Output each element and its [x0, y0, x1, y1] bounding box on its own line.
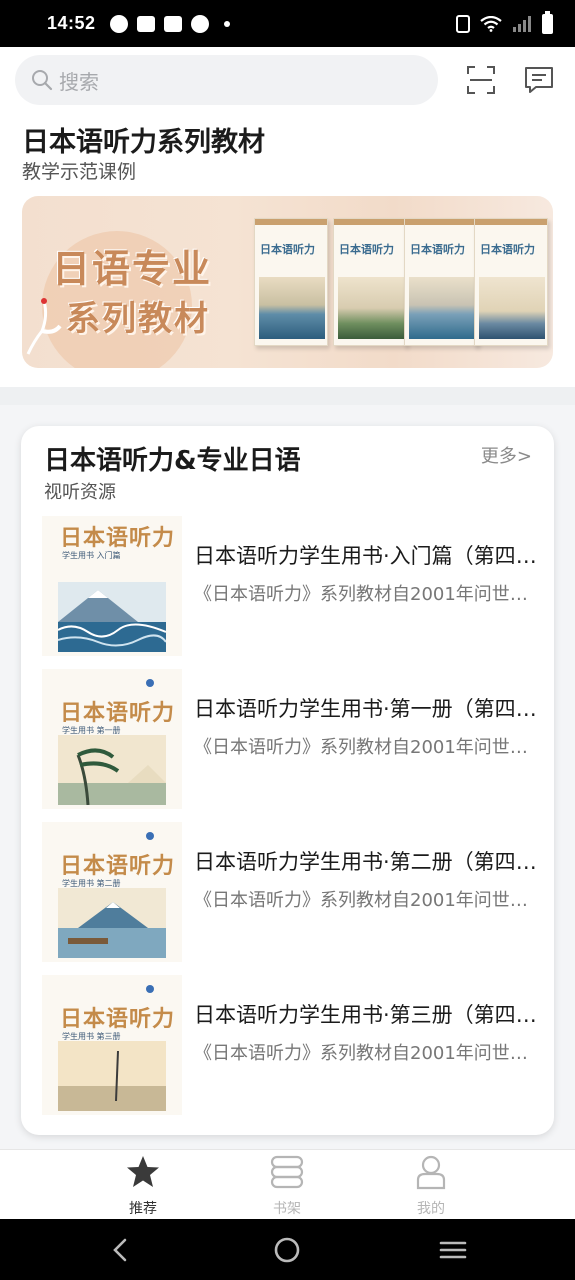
profile-icon [416, 1155, 446, 1190]
book-title: 日本语听力学生用书·第一册（第四版） [194, 697, 542, 721]
book-title: 日本语听力学生用书·第三册（第四版） [194, 1003, 542, 1027]
promo-banner[interactable]: 日语专业 系列教材 日本语听力 日本语听力 日本语听力 日本语听力 [22, 196, 553, 368]
book-title: 日本语听力学生用书·第二册（第四版） [194, 850, 542, 874]
status-bar: 14:52 [0, 0, 575, 47]
message-icon[interactable] [524, 65, 554, 95]
star-icon [127, 1156, 159, 1187]
page-subtitle: 教学示范课例 [22, 161, 137, 183]
book-cover: 日本语听力 学生用书 第一册 [42, 669, 182, 809]
search-placeholder: 搜索 [59, 69, 99, 94]
book-cover: 日本语听力 学生用书 第二册 [42, 822, 182, 962]
wave-painting-image [58, 582, 166, 652]
home-icon[interactable] [272, 1235, 302, 1265]
book-description: 《日本语听力》系列教材自2001年问世以来 [194, 1043, 542, 1064]
sunset-painting-image [58, 1041, 166, 1111]
section-divider [0, 387, 575, 405]
banner-book-2: 日本语听力 [333, 218, 407, 346]
dot-icon [223, 20, 230, 27]
book-description: 《日本语听力》系列教材自2001年问世以来 [194, 584, 542, 605]
banner-book-1: 日本语听力 [254, 218, 328, 346]
card-title: 日本语听力&专业日语 [44, 446, 301, 476]
status-time: 14:52 [47, 13, 96, 33]
recents-icon[interactable] [438, 1235, 468, 1265]
book-list-item[interactable]: 日本语听力 学生用书 第一册 日本语听力学生用书·第一册（第四版） 《日本语听力… [42, 669, 542, 809]
book-list-item[interactable]: 日本语听力 学生用书 第三册 日本语听力学生用书·第三册（第四版） 《日本语听力… [42, 975, 542, 1115]
book-cover: 日本语听力 学生用书 入门篇 [42, 516, 182, 656]
mail-icon [163, 15, 182, 32]
speed-icon [109, 14, 128, 33]
signal-icon [513, 15, 531, 32]
nav-item-recommend[interactable]: 推荐 [98, 1152, 188, 1218]
banner-headline: 日语专业 [52, 247, 213, 291]
system-icons [456, 10, 553, 34]
banner-book-4: 日本语听力 [474, 218, 548, 346]
banner-subheadline: 系列教材 [66, 299, 210, 339]
banner-book-3: 日本语听力 [404, 218, 478, 346]
book-description: 《日本语听力》系列教材自2001年问世以来 [194, 890, 542, 911]
card-subtitle: 视听资源 [44, 482, 116, 503]
book-cover: 日本语听力 学生用书 第三册 [42, 975, 182, 1115]
mail-icon [136, 15, 155, 32]
tree-painting-image [58, 735, 166, 805]
shield-icon [190, 14, 209, 33]
top-area: 搜索 日本语听力系列教材 教学示范课例 日语专业 系列教材 日本语听力 日本语听… [0, 47, 575, 387]
notification-icons [109, 14, 230, 33]
mountain-painting-image [58, 888, 166, 958]
search-icon [32, 70, 53, 91]
system-navigation-bar [0, 1219, 575, 1280]
wifi-icon [480, 15, 502, 32]
nav-item-profile[interactable]: 我的 [386, 1152, 476, 1218]
more-link[interactable]: 更多> [481, 442, 532, 468]
crane-illustration [26, 298, 62, 355]
nav-item-bookshelf[interactable]: 书架 [242, 1152, 332, 1218]
book-list-item[interactable]: 日本语听力 学生用书 第二册 日本语听力学生用书·第二册（第四版） 《日本语听力… [42, 822, 542, 962]
vibrate-icon [456, 14, 470, 33]
search-input[interactable]: 搜索 [15, 55, 438, 105]
resource-card: 日本语听力&专业日语 视听资源 更多> 日本语听力 学生用书 入门篇 日本语听力… [21, 426, 554, 1135]
book-description: 《日本语听力》系列教材自2001年问世以来 [194, 737, 542, 758]
page-title: 日本语听力系列教材 [22, 127, 265, 158]
book-list-item[interactable]: 日本语听力 学生用书 入门篇 日本语听力学生用书·入门篇（第四版） 《日本语听力… [42, 516, 542, 656]
bottom-nav: 推荐 书架 我的 [0, 1149, 575, 1219]
back-icon[interactable] [106, 1235, 136, 1265]
bookshelf-icon [270, 1155, 304, 1189]
book-title: 日本语听力学生用书·入门篇（第四版） [194, 544, 542, 568]
battery-icon [542, 10, 553, 34]
scan-icon[interactable] [466, 65, 496, 95]
